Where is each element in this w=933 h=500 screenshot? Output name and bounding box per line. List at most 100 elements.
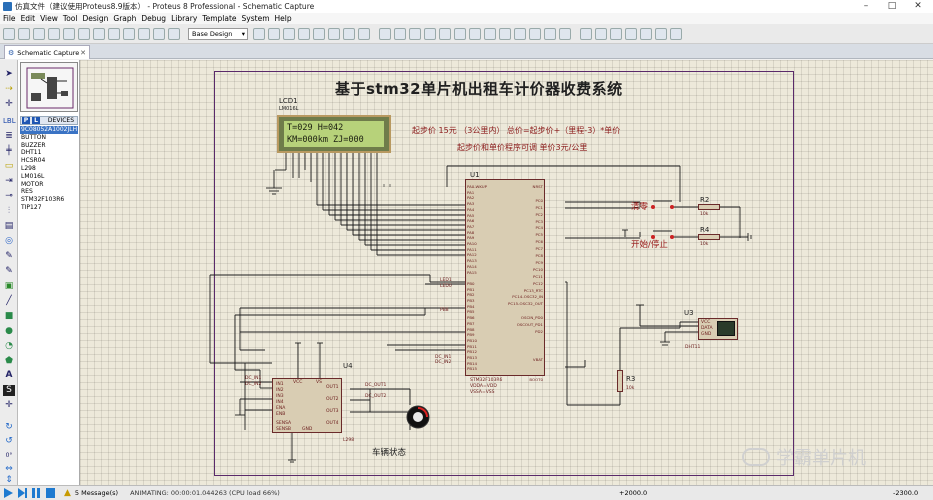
arc-icon[interactable]: ◔ <box>3 341 15 352</box>
pause-icon[interactable] <box>31 488 42 498</box>
cut-icon[interactable] <box>409 27 421 40</box>
resistor-r4[interactable] <box>698 234 720 240</box>
search-icon[interactable] <box>595 27 607 40</box>
text-script-icon[interactable]: ≣ <box>3 131 15 142</box>
zoom-all-icon[interactable] <box>343 27 355 40</box>
pan-icon[interactable] <box>298 27 310 40</box>
menu-system[interactable]: System <box>242 14 270 23</box>
step-icon[interactable] <box>17 488 28 498</box>
device-item[interactable]: LM016L <box>20 173 78 181</box>
property-tool-icon[interactable] <box>610 27 622 40</box>
voltage-probe-icon[interactable]: ✎ <box>3 251 15 262</box>
device-item[interactable]: HCSR04 <box>20 157 78 165</box>
open-icon[interactable] <box>18 27 30 40</box>
tape-recorder-icon[interactable]: ▤ <box>3 221 15 232</box>
close-project-icon[interactable] <box>48 27 60 40</box>
package-tool-icon[interactable] <box>544 27 556 40</box>
pcb-icon[interactable] <box>93 27 105 40</box>
maximize-button[interactable]: □ <box>879 0 905 13</box>
device-item[interactable]: BUZZER <box>20 142 78 150</box>
device-item[interactable]: L298 <box>20 165 78 173</box>
home-icon[interactable] <box>63 27 75 40</box>
menu-template[interactable]: Template <box>202 14 236 23</box>
menu-graph[interactable]: Graph <box>113 14 136 23</box>
menu-tool[interactable]: Tool <box>63 14 78 23</box>
clear-button[interactable] <box>650 198 675 210</box>
sub-circuit-icon[interactable]: ▭ <box>3 161 15 172</box>
schematic-icon[interactable] <box>78 27 90 40</box>
circle-icon[interactable]: ● <box>3 326 15 337</box>
line-icon[interactable]: ╱ <box>3 296 15 307</box>
copy-icon[interactable] <box>424 27 436 40</box>
device-item[interactable]: BUTTON <box>20 134 78 142</box>
device-item[interactable]: RES <box>20 188 78 196</box>
menu-file[interactable]: File <box>3 14 16 23</box>
rotate-cw-icon[interactable]: ↻ <box>3 422 15 433</box>
stop-icon[interactable] <box>45 488 56 498</box>
make-device-icon[interactable] <box>529 27 541 40</box>
graph-icon[interactable]: ⫶ <box>3 206 15 217</box>
message-count[interactable]: 5 Message(s) <box>75 489 118 497</box>
pick-device-icon[interactable] <box>514 27 526 40</box>
close-button[interactable]: ✕ <box>905 0 931 13</box>
junction-dot-icon[interactable]: ✛ <box>3 99 15 110</box>
symbol-icon[interactable]: S <box>3 385 15 396</box>
terminals-icon[interactable]: ⇥ <box>3 176 15 187</box>
pick-devices-button[interactable]: P <box>22 117 30 124</box>
block-rotate-icon[interactable] <box>484 27 496 40</box>
resistor-r3[interactable] <box>617 370 623 392</box>
zoom-out-icon[interactable] <box>328 27 340 40</box>
block-delete-icon[interactable] <box>499 27 511 40</box>
source-icon[interactable] <box>153 27 165 40</box>
design-variant-select[interactable]: Base Design <box>188 27 248 40</box>
device-item[interactable]: DHT11 <box>20 149 78 157</box>
refresh-icon[interactable] <box>253 27 265 40</box>
remove-sheet-icon[interactable] <box>655 27 667 40</box>
text-icon[interactable]: A <box>3 370 15 381</box>
mirror-x-icon[interactable]: ⇔ <box>3 464 15 475</box>
selection-mode-icon[interactable]: ➤ <box>3 69 15 80</box>
netlist-icon[interactable] <box>670 27 682 40</box>
3d-icon[interactable] <box>108 27 120 40</box>
buses-icon[interactable]: ╪ <box>3 146 15 157</box>
generator-icon[interactable]: ◎ <box>3 236 15 247</box>
gerber-icon[interactable] <box>123 27 135 40</box>
device-item[interactable]: TIP127 <box>20 204 78 212</box>
grid-icon[interactable] <box>268 27 280 40</box>
block-move-icon[interactable] <box>469 27 481 40</box>
wire-autorouter-icon[interactable] <box>580 27 592 40</box>
zoom-area-icon[interactable] <box>358 27 370 40</box>
motor-icon[interactable] <box>405 404 431 430</box>
undo-icon[interactable] <box>379 27 391 40</box>
save-icon[interactable] <box>33 27 45 40</box>
menu-library[interactable]: Library <box>171 14 197 23</box>
minimize-button[interactable]: – <box>853 0 879 13</box>
paste-icon[interactable] <box>439 27 451 40</box>
decompose-icon[interactable] <box>559 27 571 40</box>
start-stop-button[interactable] <box>650 228 675 240</box>
menu-help[interactable]: Help <box>275 14 292 23</box>
help-icon[interactable] <box>168 27 180 40</box>
schematic-canvas[interactable]: 基于stm32单片机出租车计价器收费系统 起步价 15元 （3公里内） 总价=起… <box>80 60 933 485</box>
menu-debug[interactable]: Debug <box>141 14 166 23</box>
box-icon[interactable]: ■ <box>3 311 15 322</box>
origin-icon[interactable] <box>283 27 295 40</box>
marker-icon[interactable]: ✛ <box>3 400 15 411</box>
new-sheet-icon[interactable] <box>640 27 652 40</box>
new-icon[interactable] <box>3 27 15 40</box>
design-explorer-icon[interactable] <box>625 27 637 40</box>
bom-icon[interactable] <box>138 27 150 40</box>
tab-close-icon[interactable]: ✕ <box>80 49 86 57</box>
device-item[interactable]: STM32F103R6 <box>20 196 78 204</box>
zoom-in-icon[interactable] <box>313 27 325 40</box>
block-copy-icon[interactable] <box>454 27 466 40</box>
play-icon[interactable] <box>3 488 14 498</box>
resistor-r2[interactable] <box>698 204 720 210</box>
component-mode-icon[interactable]: ⇢ <box>3 84 15 95</box>
path-icon[interactable]: ⬟ <box>3 356 15 367</box>
virtual-instrument-icon[interactable]: ▣ <box>3 281 15 292</box>
library-manager-button[interactable]: L <box>32 117 40 124</box>
current-probe-icon[interactable]: ✎ <box>3 266 15 277</box>
overview-preview[interactable] <box>20 62 78 112</box>
menu-design[interactable]: Design <box>82 14 108 23</box>
